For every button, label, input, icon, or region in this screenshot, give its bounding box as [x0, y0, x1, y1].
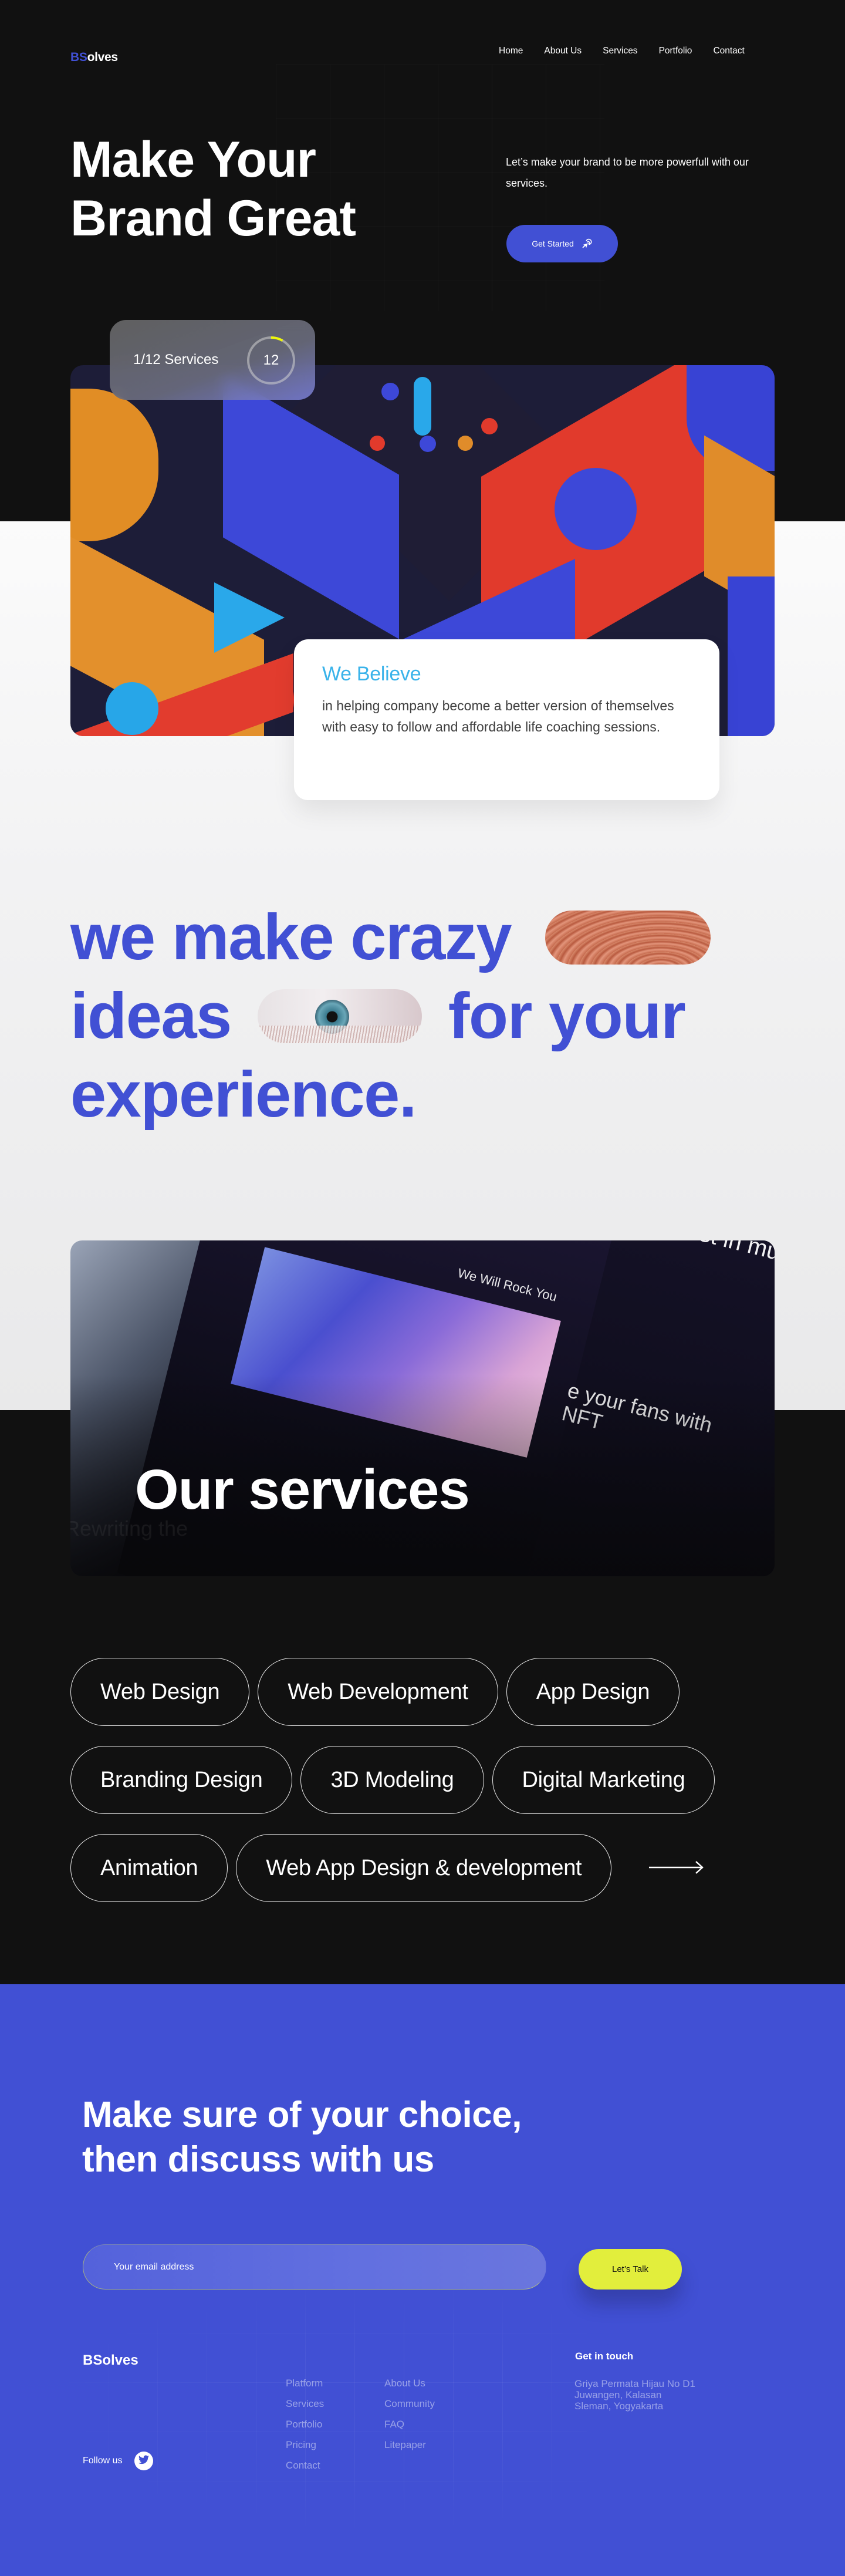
service-chip-web-design[interactable]: Web Design [70, 1658, 250, 1726]
logo[interactable]: BSolves [70, 50, 118, 65]
service-chip-branding-design[interactable]: Branding Design [70, 1746, 293, 1814]
statement-line2b: for your [448, 980, 686, 1052]
footer-link-platform[interactable]: Platform [286, 2378, 324, 2389]
services-counter-label: 1/12 Services [133, 352, 219, 367]
service-chip-web-development[interactable]: Web Development [258, 1658, 498, 1726]
footer-link-community[interactable]: Community [384, 2398, 435, 2410]
statement-heading: we make crazy ideas for your experience. [70, 898, 786, 1134]
service-chip-app-design[interactable]: App Design [506, 1658, 680, 1726]
hero-title-line2: Brand Great [70, 190, 356, 247]
logo-suffix: olves [87, 50, 119, 64]
services-title: Our services [135, 1458, 470, 1521]
statement-line3: experience. [70, 1058, 417, 1131]
services-progress-ring: 12 [246, 335, 296, 386]
nav-portfolio[interactable]: Portfolio [659, 46, 692, 56]
footer-link-litepaper[interactable]: Litepaper [384, 2439, 435, 2451]
arrow-right-icon [649, 1860, 704, 1876]
footer-link-faq[interactable]: FAQ [384, 2419, 435, 2430]
cta-title-line2: then discuss with us [82, 2139, 434, 2180]
we-believe-card: We Believe in helping company become a b… [294, 639, 719, 800]
footer-link-about-us[interactable]: About Us [384, 2378, 435, 2389]
footer-address: Griya Permata Hijau No D1 Juwangen, Kala… [574, 2378, 695, 2412]
service-chip-animation[interactable]: Animation [70, 1834, 228, 1902]
footer-link-portfolio[interactable]: Portfolio [286, 2419, 324, 2430]
nav-home[interactable]: Home [499, 46, 523, 56]
twitter-icon [138, 2454, 149, 2467]
service-chip-3d-modeling[interactable]: 3D Modeling [300, 1746, 484, 1814]
main-nav: Home About Us Services Portfolio Contact [499, 46, 745, 56]
nav-about-us[interactable]: About Us [544, 46, 582, 56]
services-next-button[interactable] [649, 1856, 708, 1880]
nav-services[interactable]: Services [603, 46, 637, 56]
footer-logo[interactable]: BSolves [83, 2352, 138, 2369]
cta-title: Make sure of your choice, then discuss w… [82, 2093, 522, 2182]
follow-us-label: Follow us [83, 2456, 123, 2466]
hero-title: Make Your Brand Great [70, 130, 356, 248]
mockup-text: Everyone. [260, 1240, 386, 1246]
address-line: Griya Permata Hijau No D1 [574, 2378, 695, 2389]
footer-links-col2: About Us Community FAQ Litepaper [384, 2378, 435, 2451]
mockup-text: invest in music [655, 1240, 775, 1273]
statement-line2a: ideas [70, 980, 232, 1052]
pointer-click-icon [581, 238, 593, 249]
services-banner-image: usic for Everyone. We Will Rock You inve… [70, 1240, 775, 1576]
nav-contact[interactable]: Contact [713, 46, 744, 56]
hero-title-line1: Make Your [70, 132, 316, 188]
services-counter-card: 1/12 Services 12 [110, 320, 315, 400]
services-counter-value: 12 [263, 352, 279, 368]
footer-links-col1: Platform Services Portfolio Pricing Cont… [286, 2378, 324, 2472]
email-input[interactable] [83, 2244, 546, 2290]
we-believe-title: We Believe [322, 663, 421, 685]
get-in-touch-title: Get in touch [575, 2351, 634, 2362]
services-chip-list: Web Design Web Development App Design Br… [70, 1658, 786, 1922]
address-line: Juwangen, Kalasan [574, 2389, 662, 2400]
follow-us: Follow us [83, 2452, 153, 2470]
statement-line1: we make crazy [70, 901, 512, 973]
twitter-link[interactable] [134, 2452, 153, 2470]
address-line: Sleman, Yogyakarta [574, 2400, 664, 2412]
footer-link-services[interactable]: Services [286, 2398, 324, 2410]
service-chip-digital-marketing[interactable]: Digital Marketing [492, 1746, 715, 1814]
get-started-button[interactable]: Get Started [506, 225, 618, 262]
eye-image [257, 989, 422, 1043]
cta-title-line1: Make sure of your choice, [82, 2095, 522, 2135]
logo-prefix: BS [70, 50, 87, 64]
footer-link-pricing[interactable]: Pricing [286, 2439, 324, 2451]
footer-link-contact[interactable]: Contact [286, 2460, 324, 2472]
get-started-label: Get Started [532, 239, 574, 248]
we-believe-body: in helping company become a better versi… [322, 698, 674, 734]
clay-texture-image [545, 911, 711, 965]
service-chip-web-app-design[interactable]: Web App Design & development [236, 1834, 612, 1902]
hero-subtitle: Let’s make your brand to be more powerfu… [506, 156, 749, 189]
lets-talk-button[interactable]: Let’s Talk [579, 2249, 682, 2290]
